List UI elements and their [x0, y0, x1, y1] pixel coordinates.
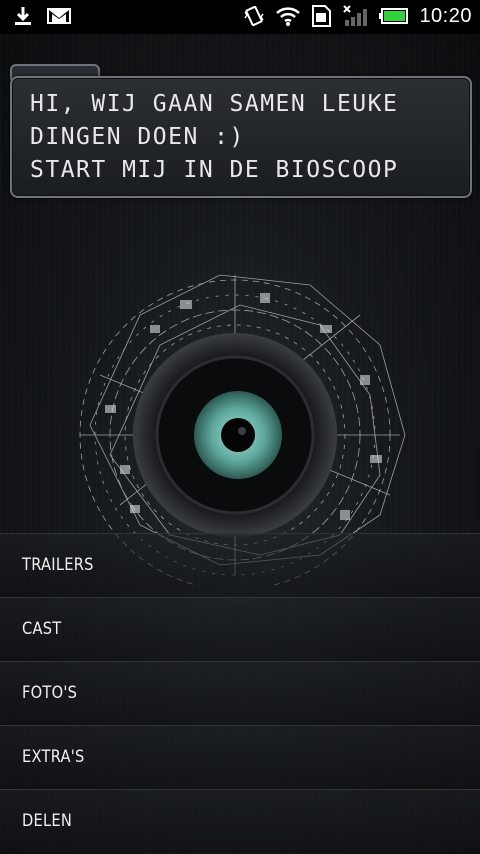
menu-item-label: DELEN: [22, 811, 73, 831]
download-icon: [15, 7, 31, 25]
gmail-icon: [47, 8, 71, 24]
menu-item-label: TRAILERS: [22, 555, 94, 575]
status-time: 10:20: [419, 4, 472, 27]
speech-bubble: HI, WIJ GAAN SAMEN LEUKE DINGEN DOEN :) …: [10, 76, 472, 198]
menu-item-trailers[interactable]: TRAILERS: [0, 533, 480, 597]
signal-icon: [343, 5, 368, 26]
status-bar: 10:20: [0, 0, 480, 34]
vibrate-icon: [244, 5, 265, 27]
menu-item-delen[interactable]: DELEN: [0, 789, 480, 853]
menu-item-fotos[interactable]: FOTO'S: [0, 661, 480, 725]
wifi-icon: [276, 7, 301, 26]
menu-item-label: CAST: [22, 619, 62, 639]
sim-icon: [312, 5, 332, 27]
battery-icon: [379, 8, 409, 24]
menu-item-label: FOTO'S: [22, 683, 78, 703]
menu-item-label: EXTRA'S: [22, 747, 85, 767]
menu-item-extras[interactable]: EXTRA'S: [0, 725, 480, 789]
menu-item-cast[interactable]: CAST: [0, 597, 480, 661]
bubble-text: HI, WIJ GAAN SAMEN LEUKE DINGEN DOEN :) …: [30, 91, 399, 183]
main-menu: TRAILERS CAST FOTO'S EXTRA'S DELEN: [0, 533, 480, 854]
